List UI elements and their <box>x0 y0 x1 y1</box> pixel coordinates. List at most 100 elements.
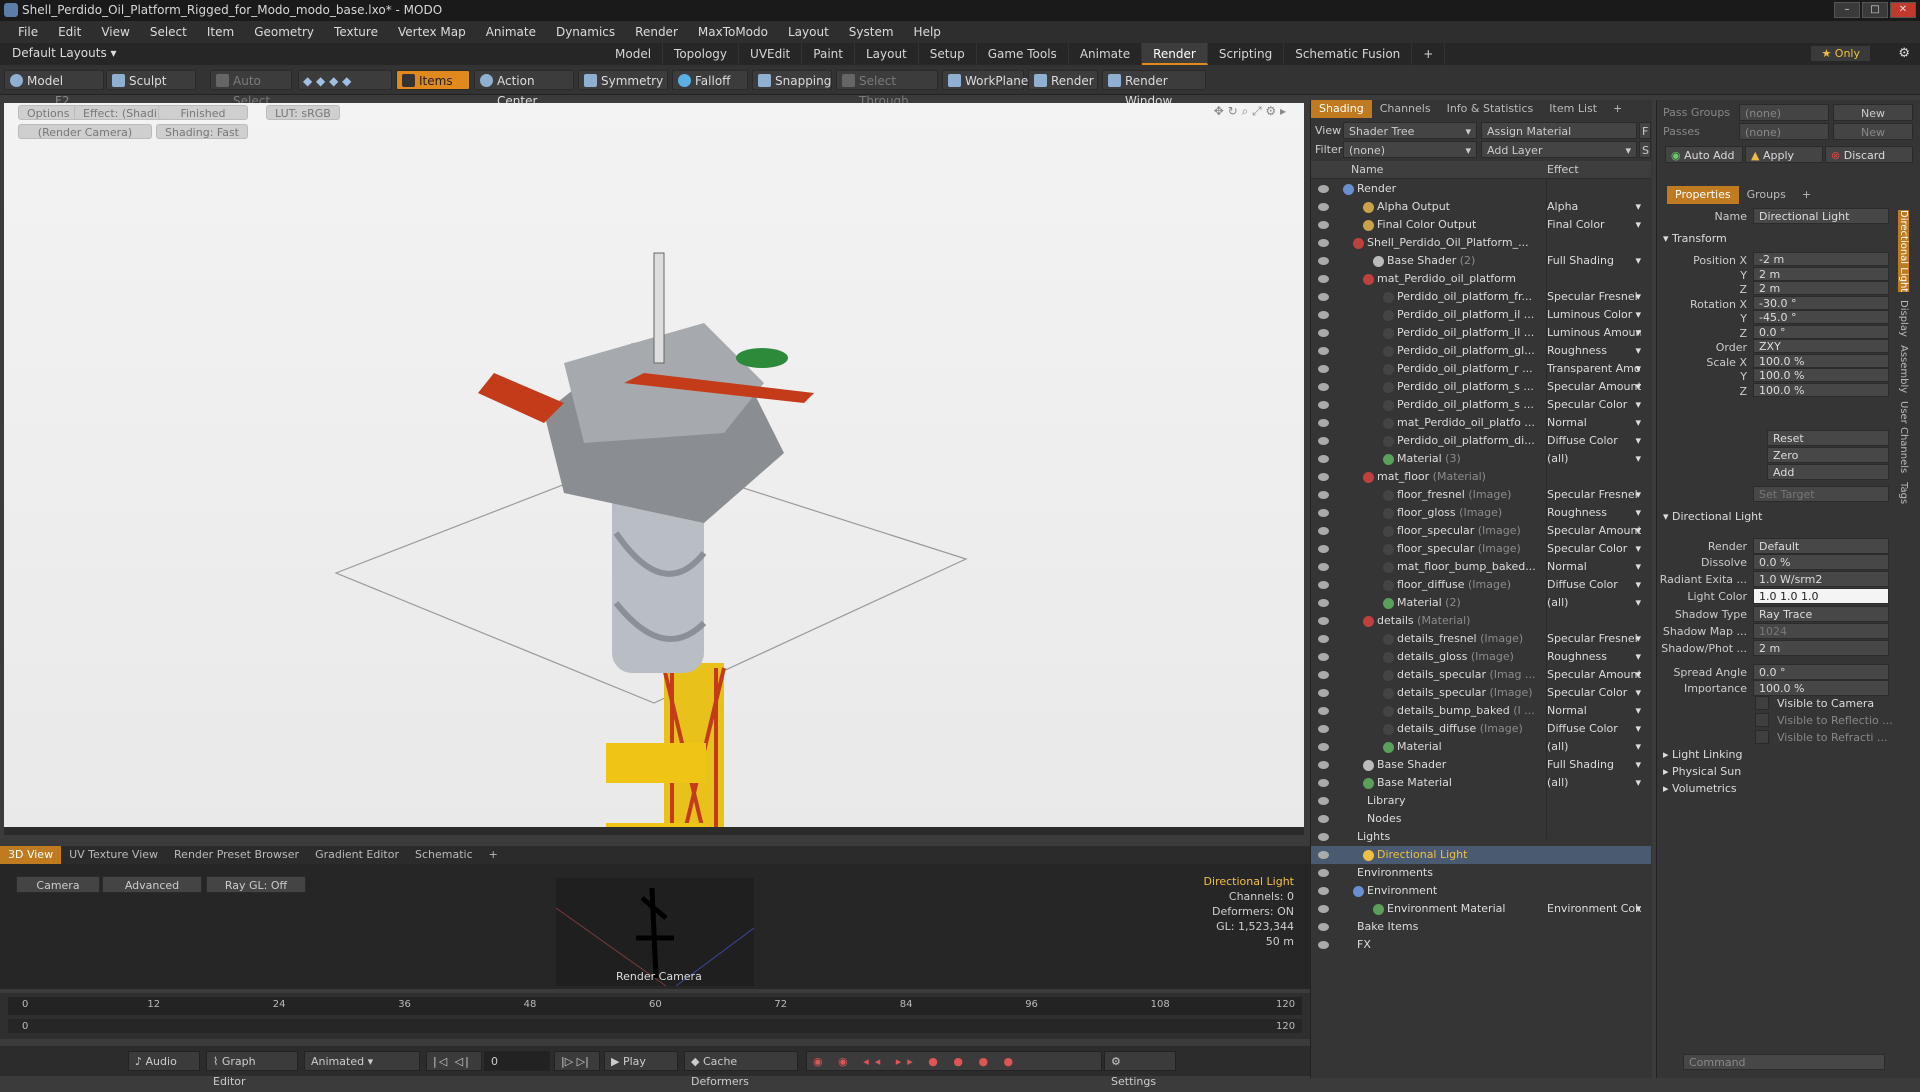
settings-button[interactable]: ⚙ Settings <box>1104 1051 1176 1088</box>
render-button[interactable]: Render <box>1028 70 1098 90</box>
visibility-eye-icon[interactable] <box>1318 347 1329 355</box>
layer-effect[interactable]: Specular Color ▾ <box>1547 684 1641 702</box>
skip-back-buttons[interactable]: |◁ ◁| <box>426 1051 482 1071</box>
layer-effect[interactable]: (all) ▾ <box>1547 774 1641 792</box>
shader-tree-row[interactable]: Perdido_oil_platform_s ... Specular Amoun… <box>1311 378 1651 396</box>
discard-button[interactable]: ⊗ Discard <box>1825 146 1913 163</box>
shader-tree-row[interactable]: details_bump_baked (I ... Normal ▾ <box>1311 702 1651 720</box>
passes-dropdown[interactable]: (none) <box>1739 123 1829 140</box>
shader-tree-row[interactable]: mat_Perdido_oil_platform <box>1311 270 1651 288</box>
visibility-eye-icon[interactable] <box>1318 185 1329 193</box>
layout-tab-render[interactable]: Render <box>1142 43 1208 65</box>
visibility-eye-icon[interactable] <box>1318 941 1329 949</box>
layer-effect[interactable]: Luminous Color ▾ <box>1547 306 1641 324</box>
layout-tab-layout[interactable]: Layout <box>855 43 919 65</box>
light-prop-field[interactable]: 1024 <box>1753 623 1889 639</box>
layer-effect[interactable]: Luminous Amount ▾ <box>1547 324 1641 342</box>
visibility-eye-icon[interactable] <box>1318 437 1329 445</box>
visibility-eye-icon[interactable] <box>1318 923 1329 931</box>
layer-effect[interactable]: (all) ▾ <box>1547 450 1641 468</box>
name-field[interactable]: Directional Light <box>1753 208 1889 224</box>
layer-effect[interactable]: Specular Amount ▾ <box>1547 378 1641 396</box>
menu-view[interactable]: View <box>91 25 139 39</box>
side-tab-1[interactable]: Display <box>1898 300 1909 337</box>
properties-tab-1[interactable]: Groups <box>1739 186 1794 204</box>
layout-tab-setup[interactable]: Setup <box>919 43 977 65</box>
shader-tree-row[interactable]: Perdido_oil_platform_di... Diffuse Color ▾ <box>1311 432 1651 450</box>
selection-mode-icons[interactable]: ◆ ◆ ◆ ◆ <box>298 70 392 90</box>
shading-tab-2[interactable]: Info & Statistics <box>1439 100 1542 118</box>
menu-animate[interactable]: Animate <box>476 25 546 39</box>
command-input[interactable]: Command <box>1683 1054 1885 1070</box>
auto-select-button[interactable]: Auto Select <box>210 70 292 108</box>
shader-tree-row[interactable]: Perdido_oil_platform_s ... Specular Color… <box>1311 396 1651 414</box>
transform-value-field[interactable]: 100.0 % <box>1753 353 1889 368</box>
visibility-eye-icon[interactable] <box>1318 455 1329 463</box>
maximize-button[interactable]: □ <box>1862 2 1888 18</box>
transform-value-field[interactable]: 2 m <box>1753 266 1889 281</box>
visibility-eye-icon[interactable] <box>1318 203 1329 211</box>
advanced-dropdown[interactable]: Advanced <box>102 876 202 893</box>
zero-dropdown[interactable]: Zero <box>1767 447 1889 463</box>
timeline-range[interactable]: 0 120 <box>8 1019 1302 1033</box>
3d-viewport[interactable]: Options Effect: (Shadi... Finished LUT: … <box>4 103 1304 835</box>
side-tab-0[interactable]: Directional Light <box>1898 210 1909 293</box>
visibility-eye-icon[interactable] <box>1318 509 1329 517</box>
visibility-eye-icon[interactable] <box>1318 905 1329 913</box>
f-button[interactable]: F <box>1639 122 1651 139</box>
animated-dropdown[interactable]: Animated ▾ <box>304 1051 420 1071</box>
checkbox[interactable] <box>1755 730 1769 744</box>
layer-effect[interactable]: Environment Color ▾ <box>1547 900 1641 918</box>
action-center-button[interactable]: Action Center <box>474 70 574 108</box>
visibility-eye-icon[interactable] <box>1318 329 1329 337</box>
layer-effect[interactable]: Specular Color ▾ <box>1547 540 1641 558</box>
light-prop-field[interactable]: 2 m <box>1753 640 1889 656</box>
menu-render[interactable]: Render <box>625 25 688 39</box>
visibility-eye-icon[interactable] <box>1318 743 1329 751</box>
layer-effect[interactable]: Diffuse Color ▾ <box>1547 576 1641 594</box>
visibility-eye-icon[interactable] <box>1318 779 1329 787</box>
pass-groups-dropdown[interactable]: (none) <box>1739 104 1829 121</box>
shader-tree-row[interactable]: Environments <box>1311 864 1651 882</box>
shader-tree-row[interactable]: floor_diffuse (Image) Diffuse Color ▾ <box>1311 576 1651 594</box>
new-pass-button[interactable]: New <box>1833 123 1913 140</box>
visibility-eye-icon[interactable] <box>1318 671 1329 679</box>
default-layouts-dropdown[interactable]: Default Layouts ▾ <box>12 46 117 60</box>
visibility-eye-icon[interactable] <box>1318 599 1329 607</box>
menu-dynamics[interactable]: Dynamics <box>546 25 625 39</box>
shader-tree-row[interactable]: floor_gloss (Image) Roughness ▾ <box>1311 504 1651 522</box>
collapsed-section[interactable]: ▸ Physical Sun <box>1663 765 1741 778</box>
shader-tree-row[interactable]: FX <box>1311 936 1651 954</box>
menu-geometry[interactable]: Geometry <box>244 25 324 39</box>
layer-effect[interactable]: Roughness ▾ <box>1547 648 1641 666</box>
timeline[interactable]: 0 12 24 36 48 60 72 84 96 108 120 0 120 <box>0 993 1310 1039</box>
visibility-eye-icon[interactable] <box>1318 707 1329 715</box>
only-toggle[interactable]: ★ Only <box>1811 46 1870 61</box>
visibility-eye-icon[interactable] <box>1318 473 1329 481</box>
menu-select[interactable]: Select <box>140 25 197 39</box>
model-mode-button[interactable]: Model F2 <box>4 70 104 108</box>
new-pass-group-button[interactable]: New <box>1833 104 1913 121</box>
workplane-button[interactable]: WorkPlane <box>942 70 1028 90</box>
gear-icon[interactable]: ⚙ <box>1898 46 1910 61</box>
viewport-scrollbar[interactable] <box>4 827 1304 835</box>
checkbox[interactable] <box>1755 696 1769 710</box>
transform-value-field[interactable]: 100.0 % <box>1753 382 1889 397</box>
transform-value-field[interactable]: 2 m <box>1753 281 1889 295</box>
falloff-button[interactable]: Falloff <box>672 70 748 90</box>
visibility-eye-icon[interactable] <box>1318 887 1329 895</box>
shading-tab-0[interactable]: Shading <box>1311 100 1372 118</box>
frame-field[interactable]: 0 <box>484 1051 550 1071</box>
menu-texture[interactable]: Texture <box>324 25 388 39</box>
visibility-eye-icon[interactable] <box>1318 383 1329 391</box>
sculpt-button[interactable]: Sculpt <box>106 70 196 90</box>
visibility-eye-icon[interactable] <box>1318 527 1329 535</box>
layer-effect[interactable]: Specular Color ▾ <box>1547 396 1641 414</box>
timeline-ruler[interactable]: 0 12 24 36 48 60 72 84 96 108 120 <box>8 997 1302 1015</box>
visibility-eye-icon[interactable] <box>1318 311 1329 319</box>
bottom-tab-5[interactable]: + <box>481 846 506 864</box>
layer-effect[interactable]: Final Color ▾ <box>1547 216 1641 234</box>
view-dropdown[interactable]: Shader Tree ▾ <box>1343 122 1477 139</box>
shading-tab-3[interactable]: Item List <box>1541 100 1605 118</box>
visibility-eye-icon[interactable] <box>1318 275 1329 283</box>
